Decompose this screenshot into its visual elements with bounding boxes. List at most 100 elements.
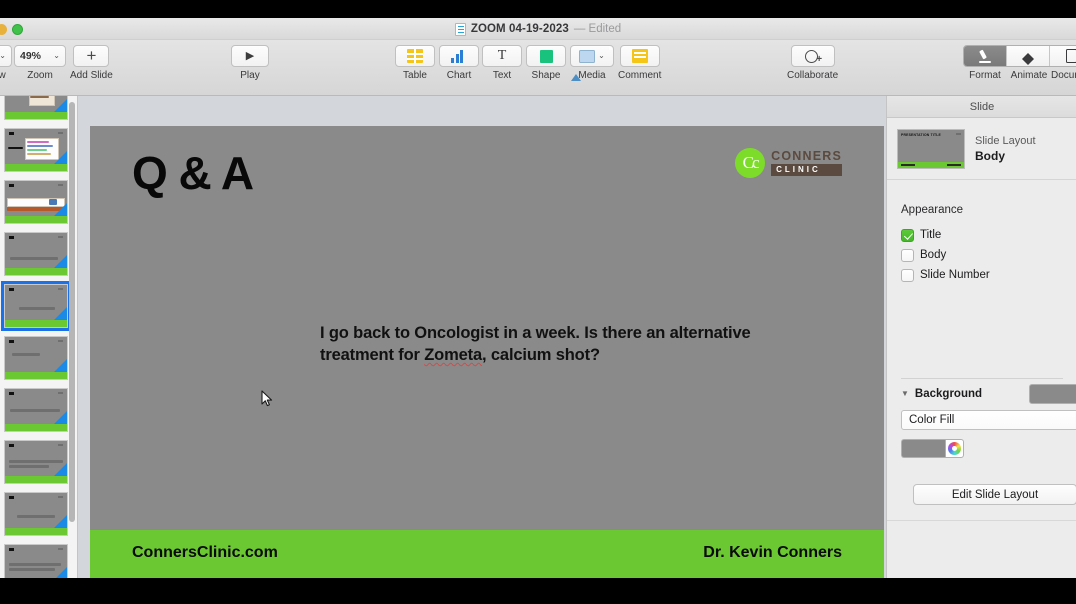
logo-monogram: Cc: [742, 153, 760, 172]
slide-thumbnail-6[interactable]: [0, 332, 77, 384]
slide-layout-row[interactable]: PRESENTATION TITLE Slide Layout Body: [887, 118, 1076, 180]
logo-wordmark: CONNERS CLINIC: [771, 150, 842, 176]
slide-thumbnail-3[interactable]: [0, 176, 77, 228]
inspector-divider-2: [887, 520, 1076, 521]
chart-label: Chart: [446, 70, 472, 81]
inspector-tabbar: Slide: [887, 96, 1076, 118]
animate-tab-button[interactable]: [1007, 46, 1050, 66]
slide-thumbnail-2[interactable]: [0, 124, 77, 176]
logo-badge-icon: Cc: [735, 148, 766, 178]
add-slide-button[interactable]: + Add Slide: [70, 45, 113, 81]
slide-thumbnail-9[interactable]: [0, 488, 77, 540]
background-header[interactable]: ▼ Background: [901, 384, 1076, 404]
view-label: View: [0, 70, 6, 81]
view-popup-button[interactable]: ⌄ View: [0, 45, 12, 81]
slide-thumbnail-7[interactable]: [0, 384, 77, 436]
slide-thumbnail-5[interactable]: [0, 280, 77, 332]
slide-number-checkbox-label: Slide Number: [920, 269, 990, 281]
appearance-heading: Appearance: [901, 204, 964, 216]
document-page-icon: [1065, 49, 1076, 63]
slide-number-checkbox[interactable]: [901, 268, 914, 282]
body-checkbox-label: Body: [920, 249, 947, 261]
play-button[interactable]: ▶ Play: [231, 45, 269, 81]
document-tab-button[interactable]: [1050, 46, 1076, 66]
appearance-section: Appearance Title Body Slide Number: [887, 204, 1076, 285]
slide-thumbnail-1[interactable]: [0, 96, 77, 124]
insert-comment-button[interactable]: Comment: [618, 45, 661, 81]
background-preview-swatch[interactable]: [1029, 384, 1076, 404]
animate-label: Animate: [1010, 70, 1048, 81]
slide-layout-name: Body: [975, 148, 1005, 163]
appearance-option-title[interactable]: Title: [901, 225, 1063, 245]
conners-clinic-logo: Cc CONNERS CLINIC: [735, 148, 842, 178]
background-color-row: [901, 439, 1063, 458]
slide-title-text[interactable]: Q & A: [132, 146, 254, 200]
color-wheel-icon: [948, 442, 961, 455]
table-icon: [407, 49, 423, 63]
zoom-popup-button[interactable]: 49% ⌄ Zoom: [14, 45, 66, 81]
footer-website: ConnersClinic.com: [132, 544, 278, 561]
slide-body-text[interactable]: I go back to Oncologist in a week. Is th…: [320, 322, 790, 366]
play-label: Play: [240, 70, 260, 81]
slide-layout-thumbnail: PRESENTATION TITLE: [897, 128, 965, 169]
logo-sub: CLINIC: [771, 164, 842, 176]
keynote-document-icon: [454, 22, 466, 36]
plus-icon: +: [86, 46, 97, 65]
zoom-label: Zoom: [27, 70, 53, 81]
layout-thumb-footer: [898, 161, 964, 168]
title-checkbox-label: Title: [920, 229, 942, 241]
slide-thumbnail-4[interactable]: [0, 228, 77, 280]
slide-editor[interactable]: Q & A Cc CONNERS CLINIC I go back to Onc…: [90, 126, 884, 578]
insert-media-button[interactable]: ⌄ Media: [570, 45, 614, 81]
comment-note-icon: [631, 49, 648, 63]
navigator-scrollbar[interactable]: [69, 102, 75, 522]
appearance-option-body[interactable]: Body: [901, 245, 1063, 265]
chevron-down-icon: ⌄: [0, 51, 6, 60]
appearance-option-slide-number[interactable]: Slide Number: [901, 265, 1063, 285]
background-color-swatch[interactable]: [901, 439, 945, 458]
format-tab-button[interactable]: [964, 46, 1007, 66]
window-edited-badge: — Edited: [573, 23, 622, 35]
body-text-part-2: , calcium shot?: [482, 346, 600, 364]
window-title-group: ZOOM 04-19-2023 — Edited: [0, 18, 1076, 40]
layout-thumb-number: [956, 132, 961, 135]
slide-thumbnail-10[interactable]: [0, 540, 77, 578]
footer-presenter: Dr. Kevin Conners: [703, 544, 842, 561]
slide-navigator[interactable]: [0, 96, 78, 578]
document-label: Document: [1051, 70, 1076, 81]
layout-thumb-title: PRESENTATION TITLE: [901, 132, 942, 137]
insert-text-button[interactable]: T Text: [482, 45, 522, 81]
slide-thumbnail-8[interactable]: [0, 436, 77, 488]
tab-slide[interactable]: Slide: [970, 101, 994, 113]
chevron-down-icon: ⌄: [53, 51, 60, 60]
letterbox-bottom: [0, 578, 1076, 604]
main-toolbar: ⌄ View 49% ⌄ Zoom + Add Slide ▶ Play: [0, 40, 1076, 96]
slide-canvas[interactable]: Q & A Cc CONNERS CLINIC I go back to Onc…: [78, 96, 886, 578]
insert-table-button[interactable]: Table: [395, 45, 435, 81]
collaborate-button[interactable]: Collaborate: [787, 45, 838, 81]
keynote-window: ZOOM 04-19-2023 — Edited ⌄ View 49% ⌄ Zo…: [0, 18, 1076, 578]
edit-slide-layout-button[interactable]: Edit Slide Layout: [913, 484, 1076, 505]
window-titlebar: ZOOM 04-19-2023 — Edited: [0, 18, 1076, 40]
text-t-icon: T: [497, 48, 507, 63]
inspector-tab-labels: Format Animate Document: [963, 70, 1076, 81]
misspelled-word[interactable]: Zometa: [424, 346, 482, 364]
body-checkbox[interactable]: [901, 248, 914, 262]
slide-layout-meta: Slide Layout Body: [975, 135, 1036, 163]
zoom-value: 49%: [20, 50, 42, 62]
title-checkbox[interactable]: [901, 228, 914, 242]
insert-shape-button[interactable]: Shape: [526, 45, 566, 81]
background-fill-value: Color Fill: [909, 414, 955, 426]
collaborate-person-plus-icon: [804, 49, 822, 65]
color-wheel-button[interactable]: [945, 439, 964, 458]
edit-slide-layout-label: Edit Slide Layout: [951, 488, 1039, 501]
format-label: Format: [969, 70, 1001, 81]
chevron-down-icon[interactable]: ▼: [901, 389, 909, 399]
screen-root: ZOOM 04-19-2023 — Edited ⌄ View 49% ⌄ Zo…: [0, 0, 1076, 604]
table-label: Table: [403, 70, 427, 81]
square-shape-icon: [539, 49, 553, 63]
play-triangle-icon: ▶: [245, 50, 255, 62]
background-fill-popup[interactable]: Color Fill: [901, 410, 1076, 430]
logo-name: CONNERS: [771, 149, 842, 163]
insert-chart-button[interactable]: Chart: [439, 45, 479, 81]
